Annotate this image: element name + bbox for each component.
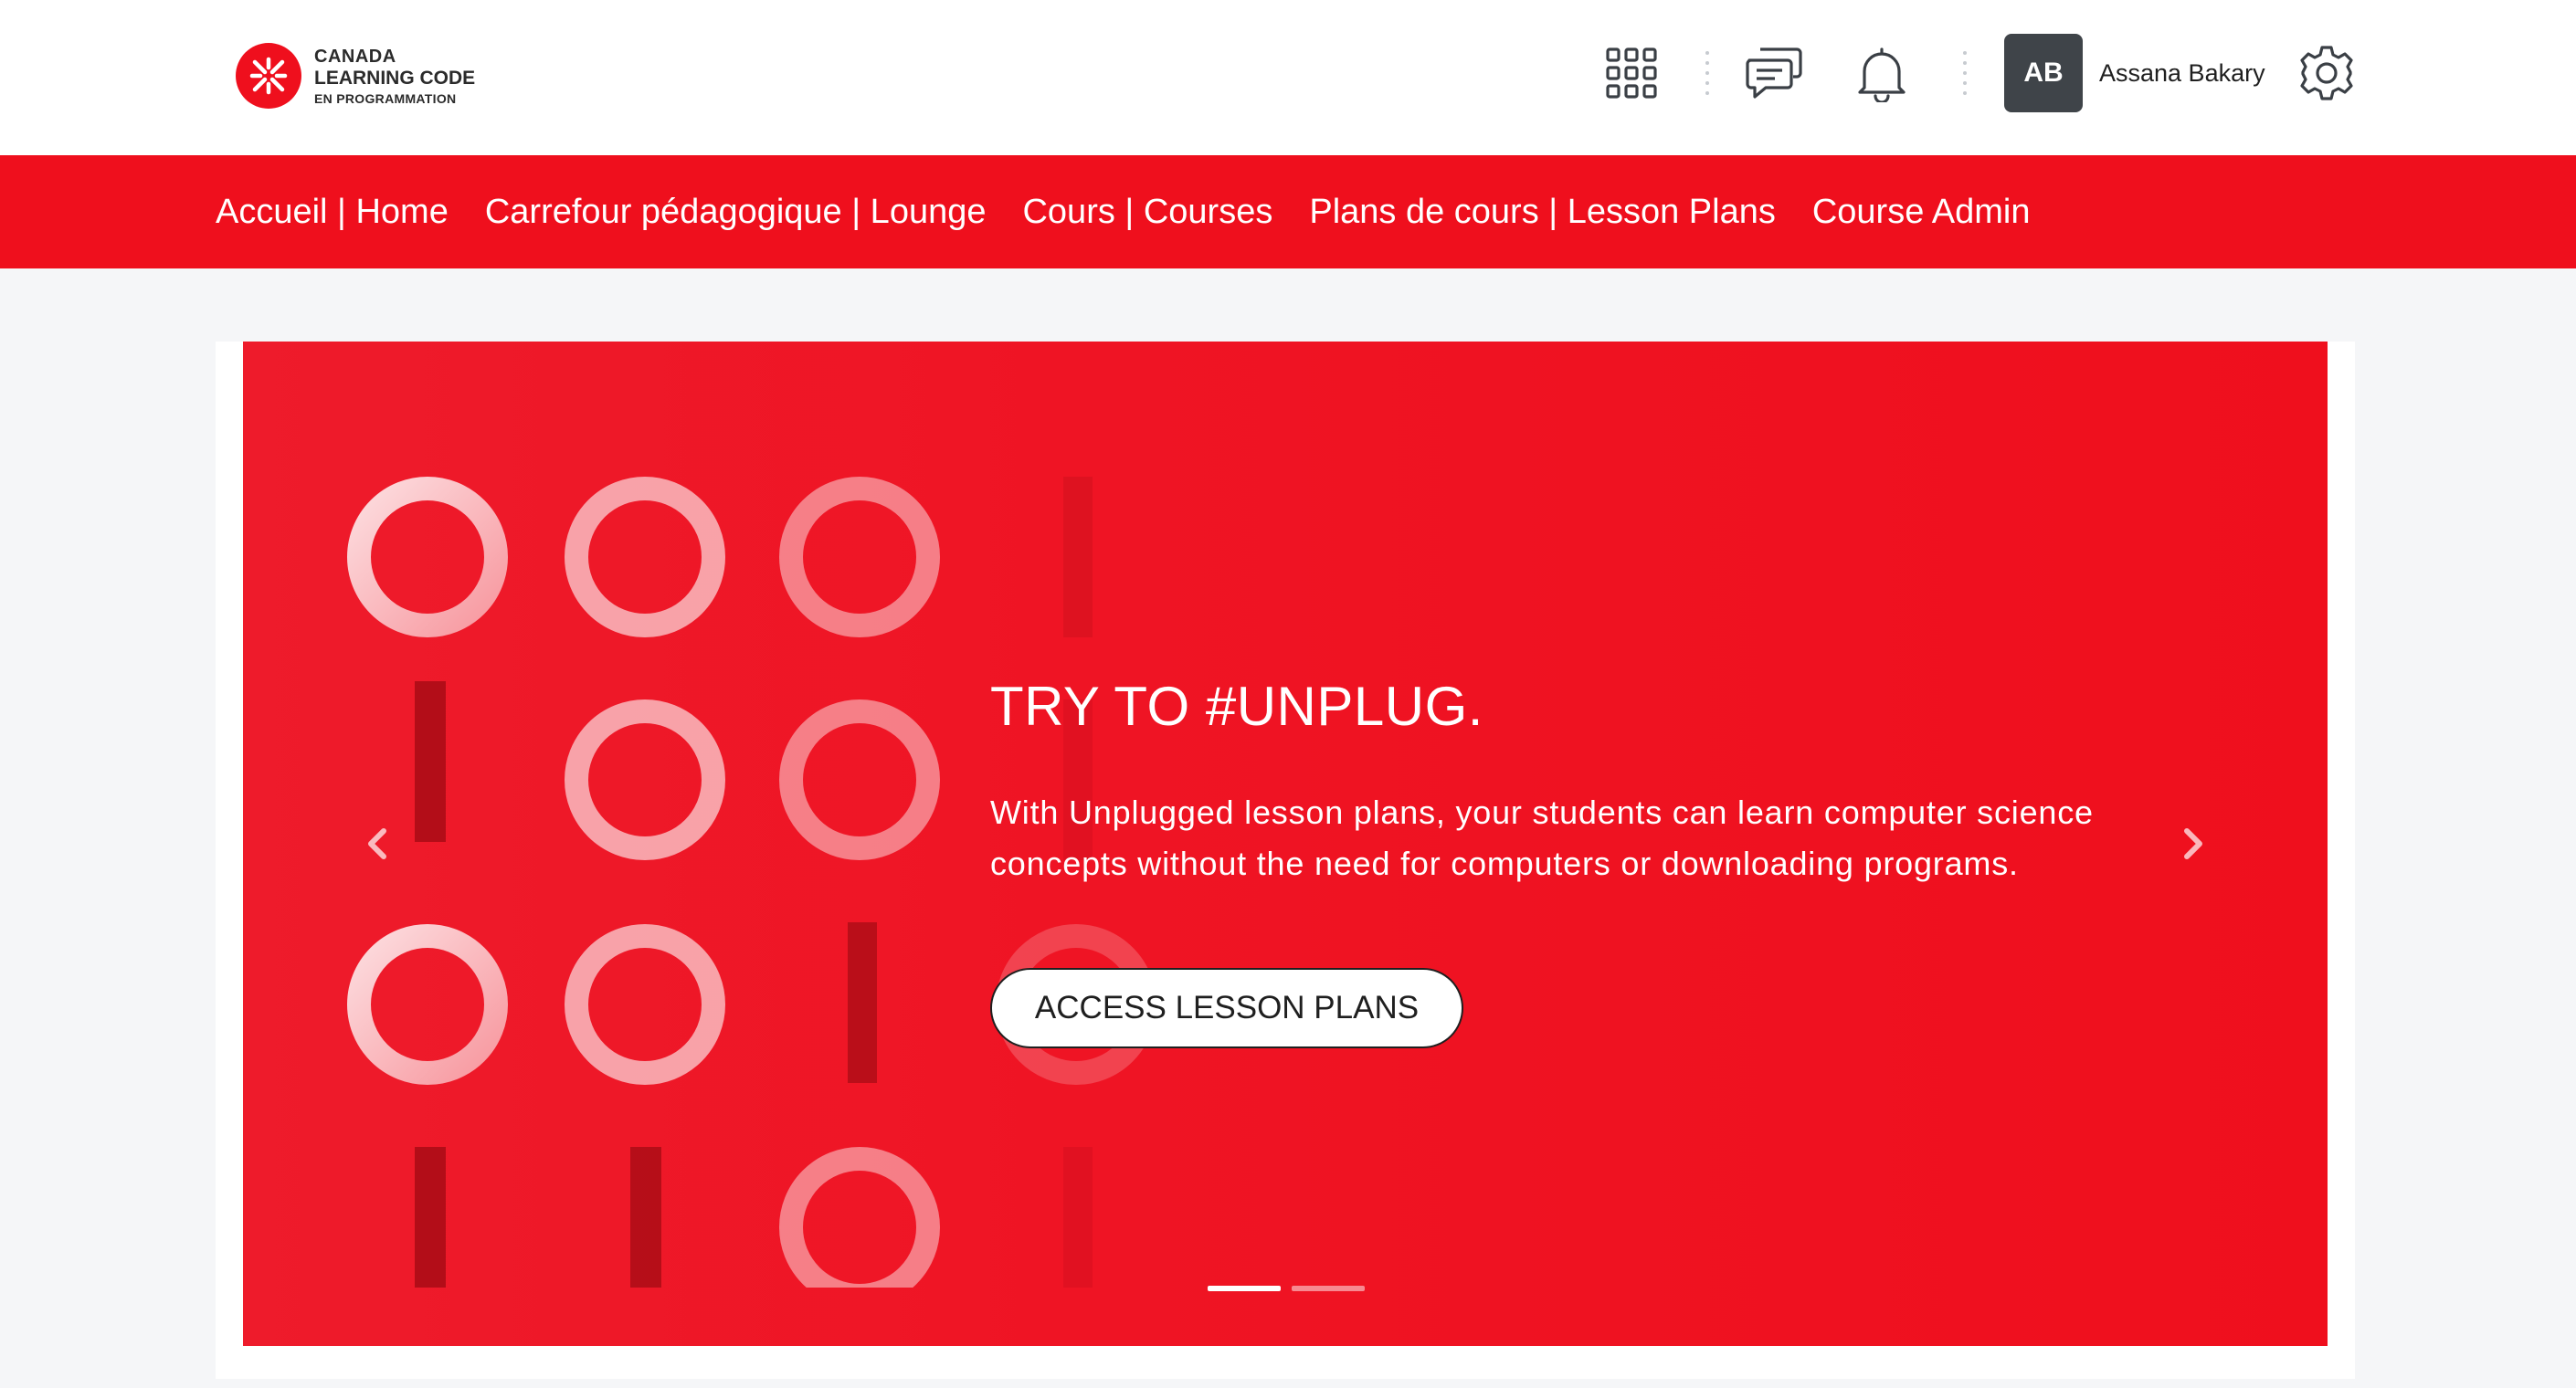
logo-line-1: CANADA [314,46,396,67]
chevron-right-icon[interactable] [2166,816,2221,871]
header-divider [1705,51,1710,95]
chevron-left-icon[interactable] [350,816,405,871]
nav-item-home[interactable]: Accueil | Home [216,189,449,235]
access-lesson-plans-button[interactable]: ACCESS LESSON PLANS [990,968,1463,1048]
carousel-slide: TRY TO #UNPLUG. With Unplugged lesson pl… [243,342,2328,1346]
logo-line-2: LEARNING CODE [314,67,476,89]
slide-title: TRY TO #UNPLUG. [990,676,1483,737]
nav-item-lounge[interactable]: Carrefour pédagogique | Lounge [485,189,987,235]
site-logo[interactable]: CANADA LEARNING CODE EN PROGRAMMATION [236,41,475,110]
apps-grid-icon[interactable] [1602,44,1661,102]
nav-item-courses[interactable]: Cours | Courses [1022,189,1272,235]
carousel-indicator-1-active[interactable] [1208,1286,1281,1291]
logo-line-3: EN PROGRAMMATION [314,90,457,106]
user-avatar[interactable]: AB [2004,34,2083,112]
main-navigation: Accueil | Home Carrefour pédagogique | L… [0,155,2576,268]
chat-bubbles-icon[interactable] [1741,40,1807,106]
nav-item-course-admin[interactable]: Course Admin [1812,189,2031,235]
top-header: CANADA LEARNING CODE EN PROGRAMMATION AB… [0,0,2576,155]
gear-icon[interactable] [2295,40,2359,106]
logo-mark-icon [236,43,301,109]
carousel-indicator-2[interactable] [1292,1286,1365,1291]
logo-wordmark: CANADA LEARNING CODE EN PROGRAMMATION [314,47,475,105]
nav-item-lesson-plans[interactable]: Plans de cours | Lesson Plans [1309,189,1776,235]
carousel-indicators [1208,1286,1365,1291]
header-divider [1962,51,1968,95]
slide-description: With Unplugged lesson plans, your studen… [990,794,2094,882]
bell-icon[interactable] [1851,40,1913,106]
user-name[interactable]: Assana Bakary [2099,57,2265,89]
